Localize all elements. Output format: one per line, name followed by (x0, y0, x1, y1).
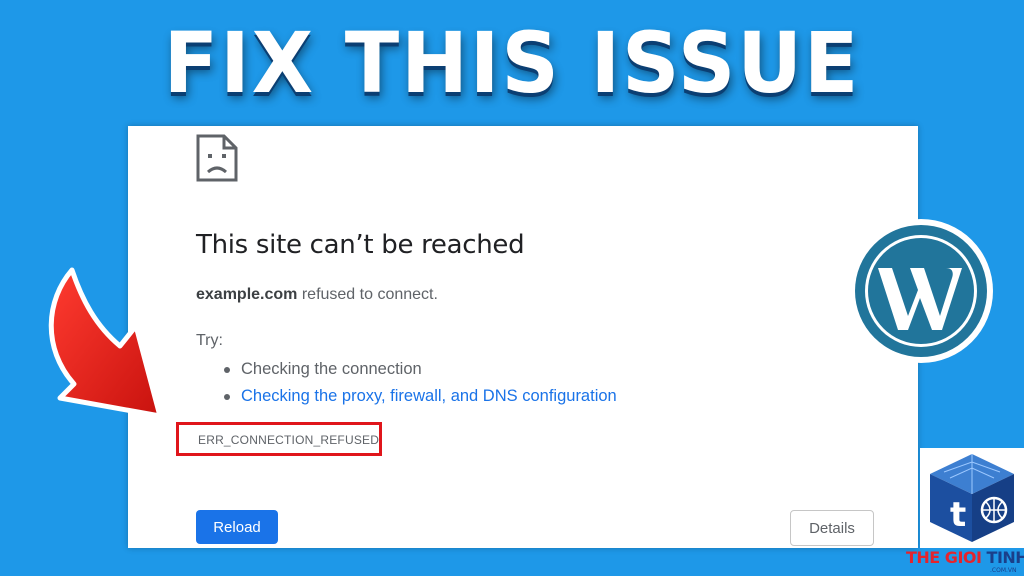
thumbnail-canvas: FIX THIS ISSUE This site can’t be reache… (0, 0, 1024, 576)
brand-domain: .COM.VN (990, 567, 1017, 574)
suggestion-list: Checking the connection Checking the pro… (221, 356, 617, 410)
error-code: ERR_CONNECTION_REFUSED (198, 433, 380, 447)
tgth-cube-logo-icon: t (920, 448, 1024, 548)
details-button[interactable]: Details (790, 510, 874, 546)
suggestion-item: Checking the connection (221, 356, 617, 383)
suggestion-check-connection: Checking the connection (241, 360, 422, 378)
bullet-icon (224, 367, 230, 373)
svg-text:t: t (950, 495, 966, 535)
suggestion-item-link[interactable]: Checking the proxy, firewall, and DNS co… (221, 383, 617, 410)
suggestion-proxy-link[interactable]: Checking the proxy, firewall, and DNS co… (241, 387, 617, 405)
bullet-icon (224, 394, 230, 400)
domain-name: example.com (196, 286, 298, 303)
try-label: Try: (196, 332, 223, 349)
headline: FIX THIS ISSUE (163, 14, 861, 112)
brand-name-part-b: TINHOC (986, 548, 1024, 567)
red-curved-arrow-icon (48, 267, 163, 419)
wordpress-logo-icon (849, 219, 993, 363)
browser-error-page: This site can’t be reached example.com r… (128, 126, 918, 548)
refused-text: refused to connect. (297, 286, 438, 303)
page-title: This site can’t be reached (196, 230, 525, 260)
refused-message: example.com refused to connect. (196, 286, 438, 304)
sad-document-icon (196, 134, 238, 182)
brand-name-part-a: THE GIOI (906, 548, 982, 567)
brand-name: THE GIOI TINHOC (906, 548, 1024, 567)
error-code-highlight: ERR_CONNECTION_REFUSED (176, 422, 382, 456)
reload-button[interactable]: Reload (196, 510, 278, 544)
